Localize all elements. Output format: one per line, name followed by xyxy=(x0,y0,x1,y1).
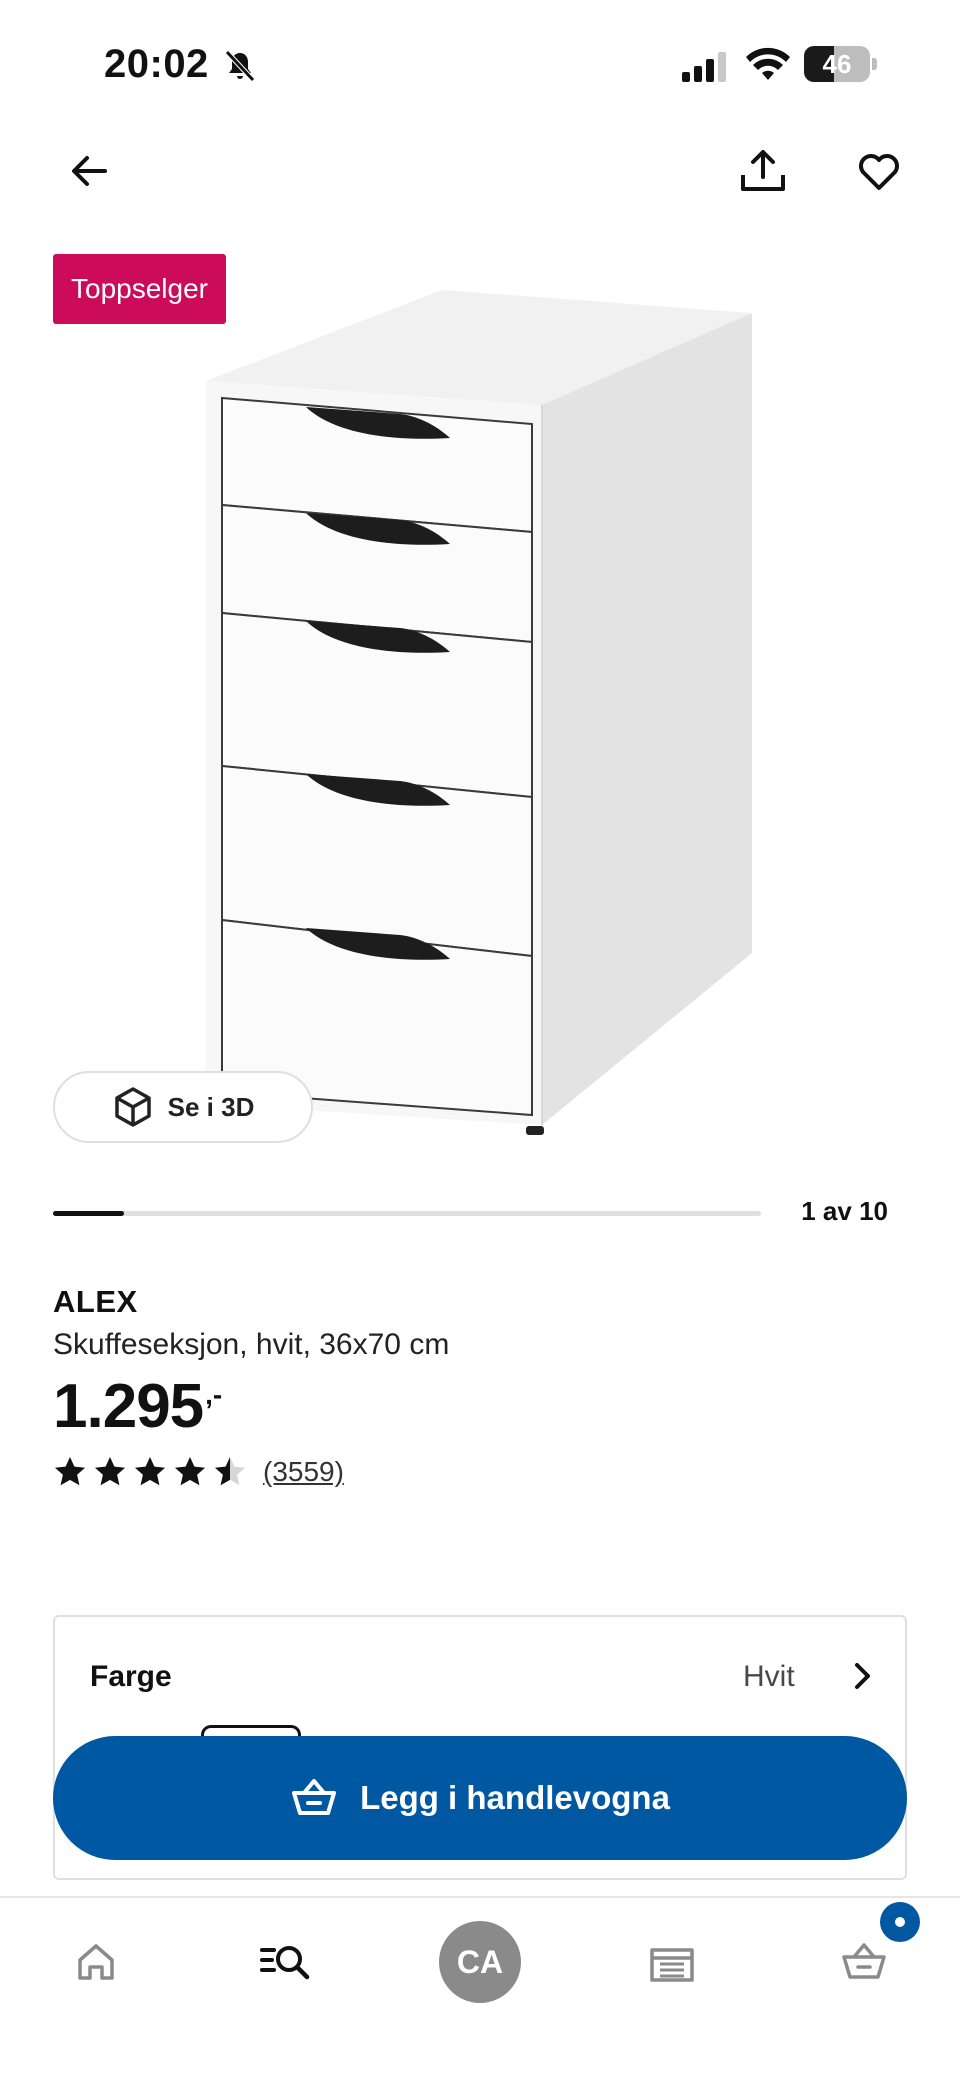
product-rating[interactable]: (3559) xyxy=(53,1452,344,1492)
view-3d-button[interactable]: Se i 3D xyxy=(53,1071,313,1143)
product-name: ALEX xyxy=(53,1284,138,1319)
share-icon xyxy=(741,150,785,191)
carousel-progress xyxy=(53,1211,761,1216)
signal-icon xyxy=(682,52,726,82)
chevron-right-icon xyxy=(855,1663,870,1689)
heart-icon xyxy=(859,154,899,190)
bestseller-badge: Toppselger xyxy=(53,254,226,324)
status-bar: 20:02 46 xyxy=(0,0,960,130)
product-image[interactable] xyxy=(0,240,960,1160)
product-price: 1.295 ,- xyxy=(53,1374,222,1444)
battery-indicator: 46 xyxy=(804,46,877,82)
carousel-progress-fill xyxy=(53,1211,124,1216)
basket-plus-icon xyxy=(292,1779,337,1815)
bell-off-icon xyxy=(225,50,255,82)
arrow-left-icon xyxy=(72,156,107,186)
bottom-tab-bar: CA xyxy=(0,1896,960,2081)
home-icon xyxy=(78,1944,114,1980)
share-button[interactable] xyxy=(728,136,798,206)
tab-stores[interactable] xyxy=(622,1912,722,2012)
star-icon xyxy=(55,1457,85,1486)
add-to-cart-button[interactable]: Legg i handlevogna xyxy=(53,1736,907,1860)
back-button[interactable] xyxy=(54,136,124,206)
search-list-icon xyxy=(260,1946,310,1980)
review-count-link[interactable]: (3559) xyxy=(263,1456,344,1488)
favourite-button[interactable] xyxy=(844,136,914,206)
avatar: CA xyxy=(439,1921,521,2003)
product-description: Skuffeseksjon, hvit, 36x70 cm xyxy=(53,1328,450,1361)
cart-badge xyxy=(880,1902,920,1942)
tab-browse[interactable] xyxy=(236,1912,336,2012)
cube-icon xyxy=(114,1087,151,1127)
carousel-counter: 1 av 10 xyxy=(801,1196,888,1226)
star-icon xyxy=(135,1457,165,1486)
rating-stars xyxy=(53,1455,253,1489)
color-value: Hvit xyxy=(743,1660,795,1693)
tab-profile[interactable]: CA xyxy=(430,1912,530,2012)
price-value: 1.295 xyxy=(53,1372,204,1441)
star-icon xyxy=(175,1457,205,1486)
top-nav xyxy=(0,130,960,210)
star-icon xyxy=(95,1457,125,1486)
tab-home[interactable] xyxy=(46,1912,146,2012)
color-label: Farge xyxy=(90,1660,172,1693)
store-icon xyxy=(650,1948,694,1982)
star-icon xyxy=(215,1457,245,1486)
basket-icon xyxy=(842,1943,886,1979)
price-suffix: ,- xyxy=(205,1379,223,1410)
status-time: 20:02 xyxy=(104,42,209,86)
add-to-cart-label: Legg i handlevogna xyxy=(360,1779,670,1816)
view-3d-label: Se i 3D xyxy=(167,1091,255,1122)
battery-percent: 46 xyxy=(822,49,852,79)
wifi-icon xyxy=(746,47,790,80)
